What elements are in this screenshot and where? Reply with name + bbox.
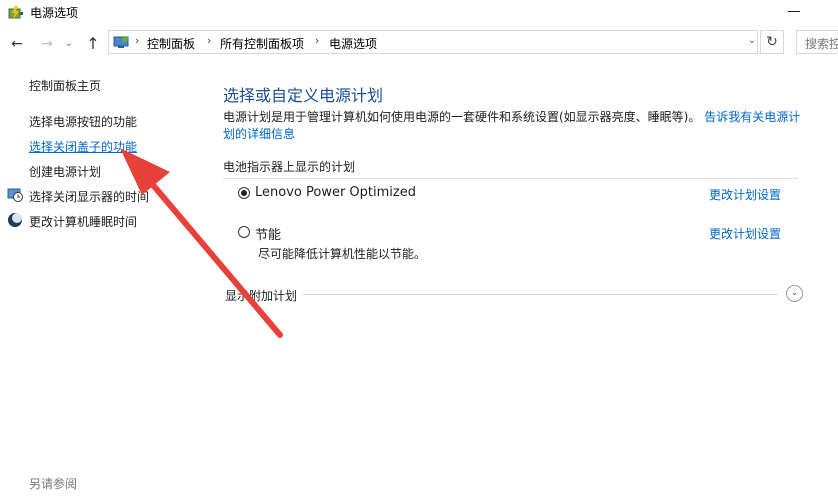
show-extra-plans-label[interactable]: 显示附加计划 — [225, 287, 304, 304]
back-button[interactable]: ← — [6, 32, 28, 56]
main-content: 选择或自定义电源计划 电源计划是用于管理计算机如何使用电源的一套硬件和系统设置(… — [210, 60, 838, 500]
moon-icon — [8, 213, 22, 227]
arrow-left-icon: ← — [11, 36, 23, 52]
refresh-icon: ↻ — [766, 34, 778, 50]
up-button[interactable]: ↑ — [82, 32, 104, 56]
see-also-heading: 另请参阅 — [29, 477, 78, 491]
plan-radio-power-saver[interactable] — [238, 226, 250, 238]
plan-description-power-saver: 尽可能降低计算机性能以节能。 — [258, 247, 427, 261]
sidebar-item-home[interactable]: 控制面板主页 — [29, 77, 101, 94]
breadcrumb-all-items[interactable]: 所有控制面板项 — [220, 35, 304, 52]
title-bar: 电源选项 — [0, 0, 838, 26]
address-bar[interactable]: › 控制面板 › 所有控制面板项 › 电源选项 ⌄ — [108, 30, 758, 54]
page-title: 选择或自定义电源计划 — [223, 86, 384, 105]
extra-plans-divider — [225, 294, 778, 295]
window-title: 电源选项 — [30, 6, 79, 20]
plan-radio-lenovo[interactable] — [238, 187, 250, 199]
plan-row-lenovo: Lenovo Power Optimized 更改计划设置 — [238, 185, 798, 205]
power-options-icon — [8, 6, 23, 20]
section-divider — [223, 178, 798, 179]
address-dropdown-icon[interactable]: ⌄ — [745, 35, 759, 46]
change-plan-settings-link[interactable]: 更改计划设置 — [709, 186, 781, 203]
change-plan-settings-link[interactable]: 更改计划设置 — [709, 225, 781, 242]
arrow-right-icon: → — [41, 36, 53, 52]
section-heading: 电池指示器上显示的计划 — [223, 160, 356, 174]
recent-locations-button[interactable]: ⌄ — [62, 32, 76, 56]
sidebar: 控制面板主页 选择电源按钮的功能 选择关闭盖子的功能 创建电源计划 选择关闭显示… — [0, 60, 210, 500]
breadcrumb-power-options[interactable]: 电源选项 — [329, 35, 377, 52]
minimize-button[interactable] — [782, 0, 806, 24]
plan-name-lenovo[interactable]: Lenovo Power Optimized — [255, 185, 416, 200]
breadcrumb-separator-icon: › — [207, 34, 212, 47]
breadcrumb-separator-icon: › — [315, 34, 320, 47]
plan-name-power-saver[interactable]: 节能 — [255, 224, 281, 243]
chevron-down-icon: ⌄ — [790, 288, 799, 298]
breadcrumb-separator-icon: › — [135, 34, 140, 47]
chevron-down-icon: ⌄ — [64, 38, 74, 49]
page-description: 电源计划是用于管理计算机如何使用电源的一套硬件和系统设置(如显示器亮度、睡眠等)… — [223, 109, 803, 143]
arrow-up-icon: ↑ — [86, 34, 100, 53]
monitor-clock-icon — [7, 188, 23, 202]
sidebar-item-sleep-time[interactable]: 更改计算机睡眠时间 — [29, 213, 137, 230]
description-text: 电源计划是用于管理计算机如何使用电源的一套硬件和系统设置(如显示器亮度、睡眠等)… — [223, 110, 701, 124]
sidebar-item-power-button[interactable]: 选择电源按钮的功能 — [29, 113, 137, 130]
breadcrumb-control-panel[interactable]: 控制面板 — [147, 35, 195, 52]
sidebar-item-display-off[interactable]: 选择关闭显示器的时间 — [29, 188, 149, 205]
navigation-bar: ← → ⌄ ↑ › 控制面板 › 所有控制面板项 › 电源选项 ⌄ ↻ 搜索控 — [0, 28, 838, 60]
sidebar-item-create-plan[interactable]: 创建电源计划 — [29, 163, 101, 180]
plan-row-power-saver: 节能 更改计划设置 — [238, 224, 798, 244]
expand-button[interactable]: ⌄ — [786, 285, 803, 302]
control-panel-icon — [113, 36, 129, 48]
forward-button[interactable]: → — [36, 32, 58, 56]
search-input[interactable]: 搜索控 — [796, 30, 838, 54]
sidebar-item-lid-close[interactable]: 选择关闭盖子的功能 — [29, 138, 137, 155]
refresh-button[interactable]: ↻ — [760, 30, 784, 54]
